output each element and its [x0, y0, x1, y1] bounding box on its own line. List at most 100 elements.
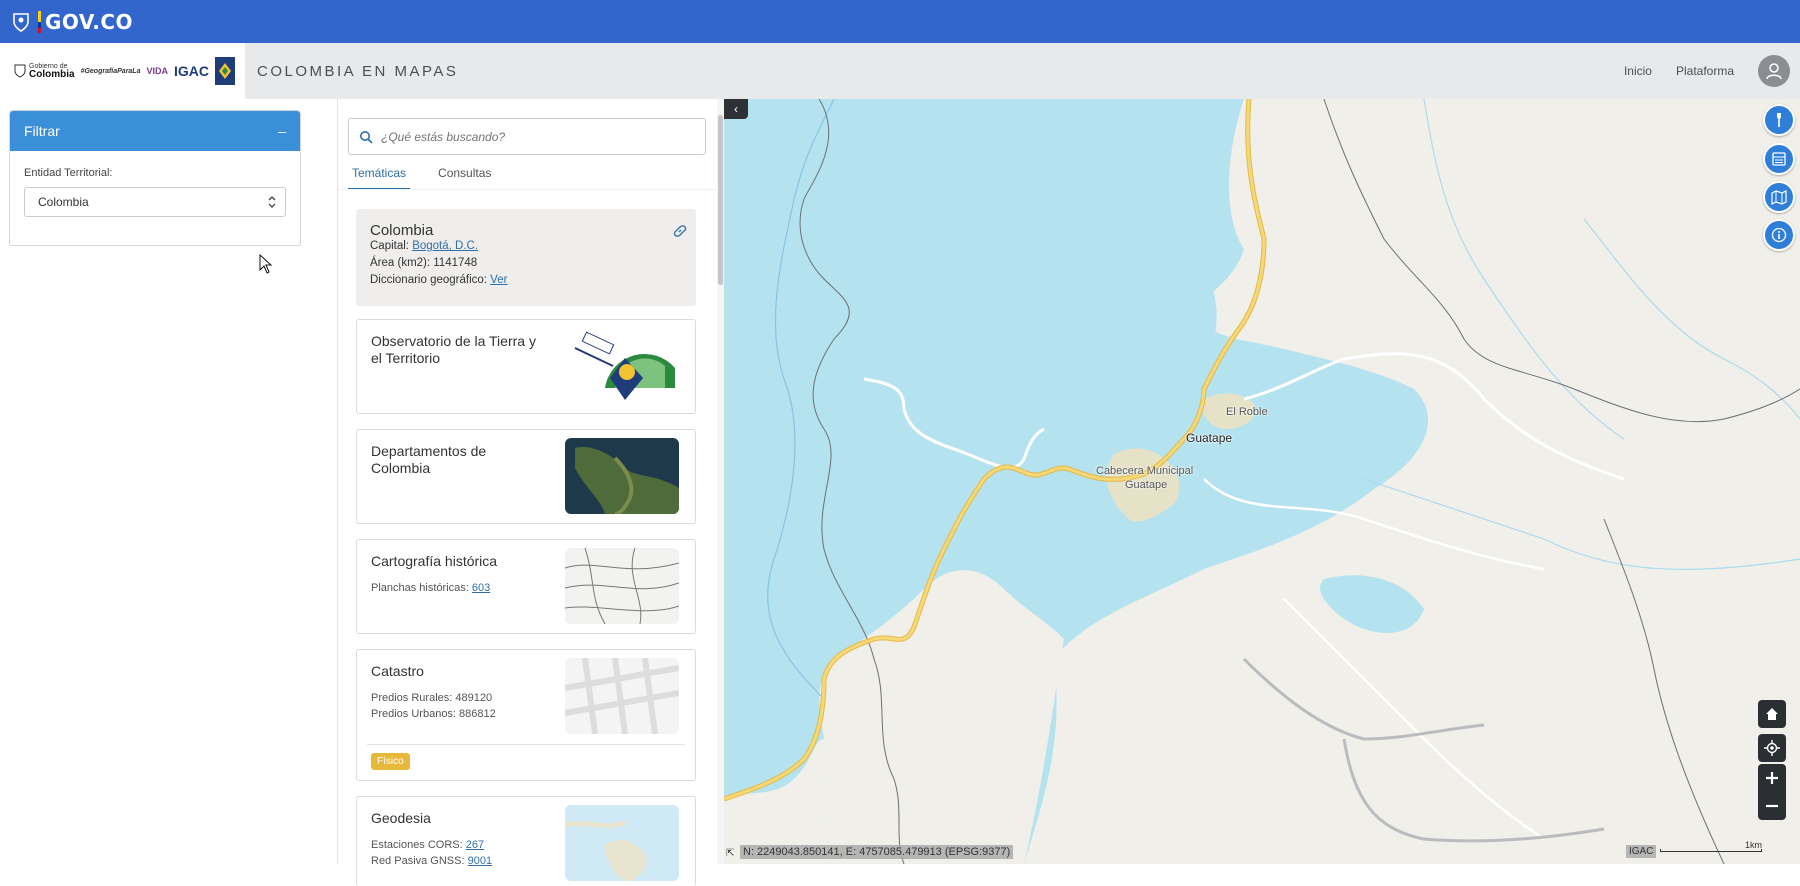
water-inlet-2 [1160, 219, 1217, 342]
gobierno-logo[interactable]: Gobierno de Colombia [14, 63, 75, 80]
search-box[interactable] [348, 118, 706, 155]
departamentos-satellite-image [565, 438, 679, 514]
panel-tabs: Temáticas Consultas [348, 166, 495, 190]
entity-label: Entidad Territorial: [24, 167, 113, 179]
tabs-divider [338, 189, 718, 190]
place-el-roble[interactable]: El Roble [1226, 406, 1268, 419]
predios-urbanos: Predios Urbanos: 886812 [371, 708, 496, 720]
card-observatorio-title: Observatorio de la Tierra y el Territori… [371, 333, 536, 366]
capital-link[interactable]: Bogotá, D.C. [412, 240, 478, 252]
cartografia-line: Planchas históricas: 603 [371, 582, 490, 594]
catastro-divider [367, 744, 685, 745]
predios-rurales: Predios Rurales: 489120 [371, 692, 493, 704]
cors-line: Estaciones CORS: 267 [371, 839, 484, 851]
gov-co-bar: GOV.CO [0, 0, 1800, 43]
zoom-in-icon[interactable] [1758, 764, 1786, 792]
filter-body: Entidad Territorial: Colombia [10, 151, 300, 233]
filter-collapse-button[interactable]: – [278, 123, 286, 139]
area-label: Área (km2): [370, 257, 434, 269]
card-departamentos[interactable]: Departamentos de Colombia [356, 429, 696, 524]
layers-icon[interactable] [1763, 143, 1795, 175]
mouse-cursor-icon [259, 253, 273, 279]
vida-logo: VIDA [146, 66, 168, 76]
app-header: Gobierno de Colombia #GeografíaParaLa VI… [0, 43, 1800, 99]
tools-icon[interactable] [1763, 104, 1795, 136]
catastro-parcels-image [565, 658, 679, 734]
gnss-link[interactable]: 9001 [468, 855, 492, 867]
panel-scroll-thumb[interactable] [718, 115, 723, 285]
gov-co-label[interactable]: GOV.CO [45, 10, 133, 34]
planchas-link[interactable]: 603 [472, 582, 490, 594]
user-avatar-icon[interactable] [1758, 55, 1790, 87]
area-value: 1141748 [433, 257, 478, 269]
nav-inicio[interactable]: Inicio [1624, 64, 1652, 78]
top-nav: Inicio Plataforma [1624, 55, 1800, 87]
gobierno-big-text: Colombia [29, 68, 75, 80]
place-guatape[interactable]: Guatape [1186, 432, 1232, 445]
coordinates-readout: N: 2249043.850141, E: 4757085.479913 (EP… [740, 845, 1014, 859]
igac-emblem-icon [215, 57, 235, 85]
search-input[interactable] [381, 129, 681, 144]
colombia-summary-card: Colombia Capital: Bogotá, D.C. Área (km2… [356, 209, 696, 306]
entity-select[interactable]: Colombia [24, 187, 286, 217]
expand-coords-icon[interactable]: ⇱ [726, 848, 734, 859]
locate-icon[interactable] [1758, 734, 1786, 762]
map-canvas[interactable] [724, 99, 1800, 864]
capital-line: Capital: Bogotá, D.C. [370, 240, 478, 252]
fisico-tag[interactable]: Físico [371, 753, 410, 770]
tab-tematicas[interactable]: Temáticas [348, 166, 411, 190]
card-geodesia[interactable]: Geodesia Estaciones CORS: 267 Red Pasiva… [356, 796, 696, 886]
place-cabecera-guatape[interactable]: Guatape [1125, 479, 1167, 492]
water-inlet [1271, 410, 1374, 473]
historical-map-image [565, 548, 679, 624]
card-catastro-title: Catastro [371, 663, 424, 679]
card-cartografia[interactable]: Cartografía histórica Planchas histórica… [356, 539, 696, 634]
map-view[interactable]: El Roble Guatape Cabecera Municipal Guat… [724, 99, 1800, 864]
entity-select-value: Colombia [38, 195, 89, 209]
filter-title: Filtrar [24, 123, 60, 139]
tab-consultas[interactable]: Consultas [434, 166, 495, 190]
area-line: Área (km2): 1141748 [370, 257, 477, 269]
colombia-shield-icon [12, 12, 30, 32]
card-observatorio[interactable]: Observatorio de la Tierra y el Territori… [356, 319, 696, 414]
card-catastro[interactable]: Catastro Predios Rurales: 489120 Predios… [356, 649, 696, 781]
dictionary-link[interactable]: Ver [490, 274, 507, 286]
nav-plataforma[interactable]: Plataforma [1676, 64, 1734, 78]
gobierno-shield-icon [14, 64, 26, 78]
igac-logo[interactable]: IGAC [174, 63, 209, 79]
geografia-logo: #GeografíaParaLa [80, 67, 141, 75]
filter-sidebar: Filtrar – Entidad Territorial: Colombia [0, 99, 337, 864]
collapse-panel-button[interactable]: ‹ [724, 99, 748, 119]
dictionary-label: Diccionario geográfico: [370, 274, 491, 286]
scale-bar: 1km [1660, 840, 1762, 854]
colombia-flag-icon [38, 10, 41, 33]
select-arrows-icon [268, 196, 276, 208]
search-icon [360, 130, 373, 144]
info-icon[interactable] [1763, 219, 1795, 251]
scale-label: 1km [1744, 840, 1762, 850]
zoom-out-icon[interactable] [1758, 792, 1786, 820]
planchas-label: Planchas históricas: [371, 582, 472, 594]
place-cabecera[interactable]: Cabecera Municipal [1096, 465, 1193, 478]
gnss-label: Red Pasiva GNSS: [371, 855, 468, 867]
cors-label: Estaciones CORS: [371, 839, 466, 851]
gnss-line: Red Pasiva GNSS: 9001 [371, 855, 492, 867]
thematic-panel: Temáticas Consultas Colombia Capital: Bo… [337, 99, 725, 886]
institution-logos: Gobierno de Colombia #GeografíaParaLa VI… [0, 43, 245, 99]
card-geodesia-title: Geodesia [371, 810, 431, 826]
home-icon[interactable] [1758, 700, 1786, 728]
capital-label: Capital: [370, 240, 413, 252]
geodesia-map-image [565, 805, 679, 881]
filter-panel: Filtrar – Entidad Territorial: Colombia [9, 110, 301, 246]
map-icon[interactable] [1763, 181, 1795, 213]
observatorio-logo-icon [565, 328, 679, 404]
card-departamentos-title: Departamentos de Colombia [371, 443, 487, 476]
dictionary-line: Diccionario geográfico: Ver [370, 274, 507, 286]
card-cartografia-title: Cartografía histórica [371, 553, 498, 569]
filter-header[interactable]: Filtrar – [10, 111, 300, 151]
link-icon[interactable] [672, 223, 688, 244]
colombia-card-title: Colombia [370, 222, 434, 239]
app-title: COLOMBIA EN MAPAS [257, 62, 459, 80]
map-attribution: IGAC [1626, 845, 1657, 858]
cors-link[interactable]: 267 [466, 839, 484, 851]
